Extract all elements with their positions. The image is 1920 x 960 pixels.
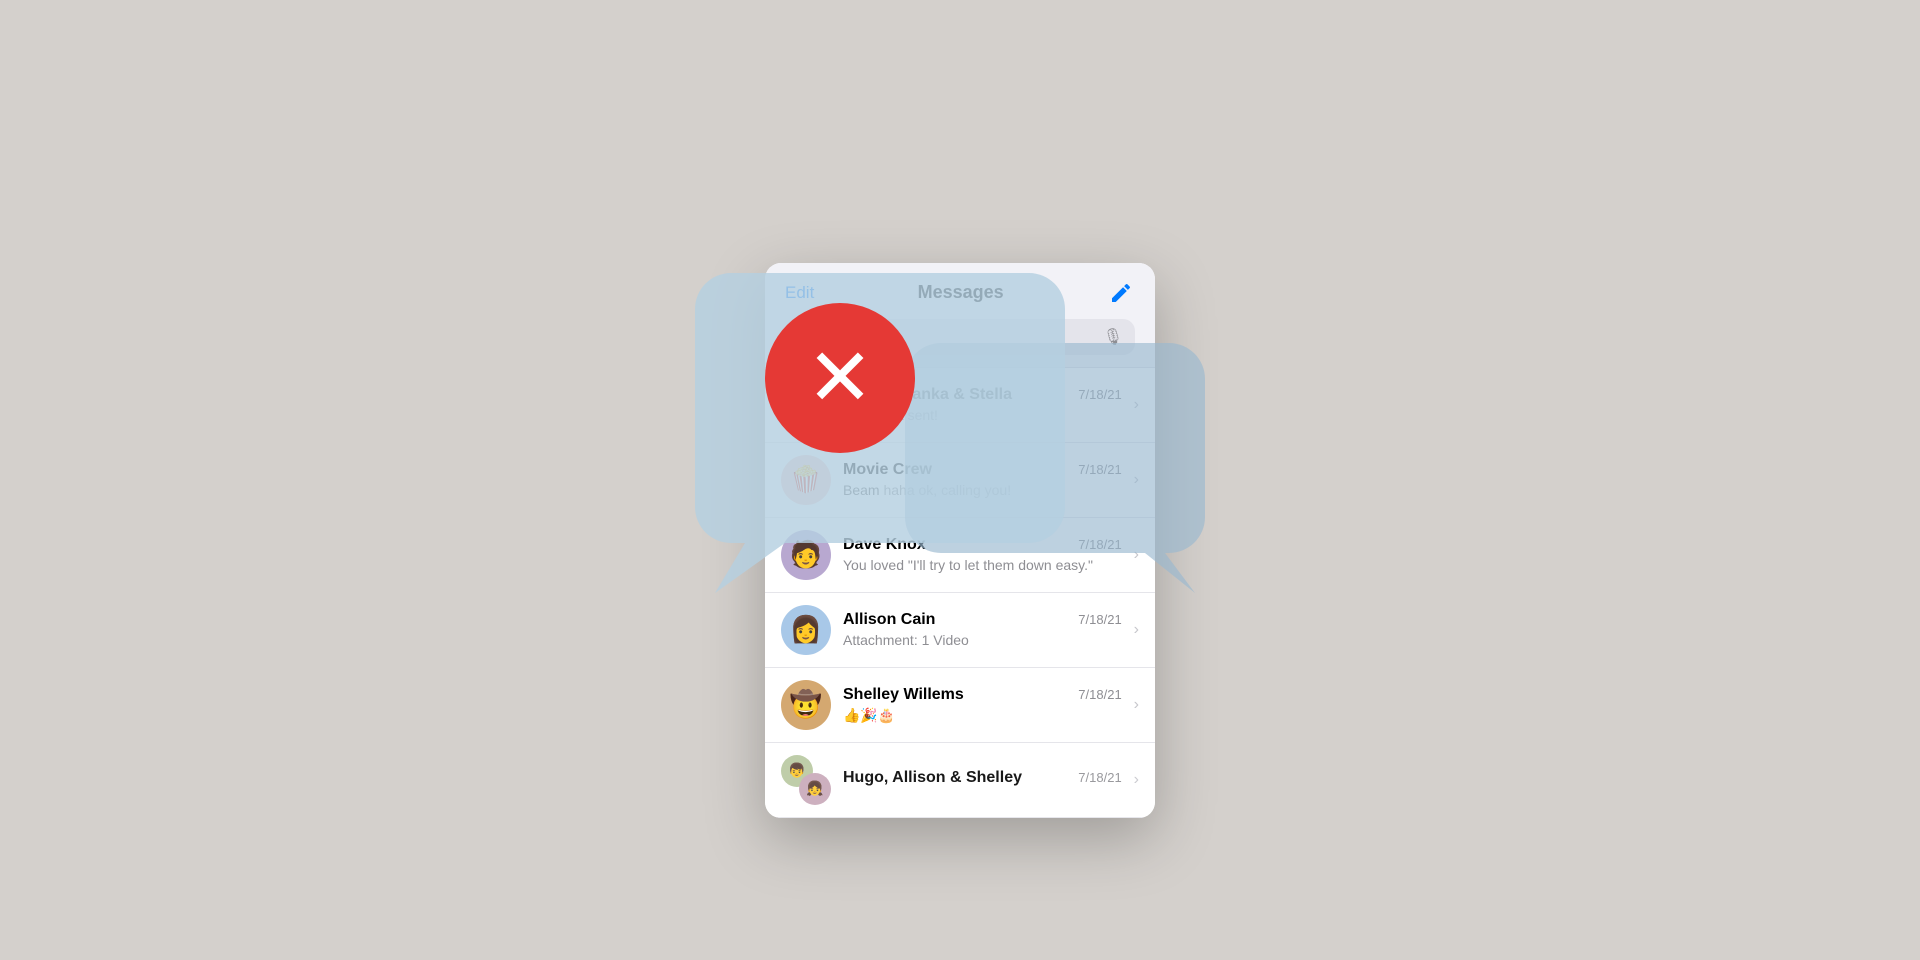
message-preview: Attachment: 1 Video xyxy=(843,632,1122,648)
preview-sender: Beam xyxy=(843,482,880,498)
message-date: 7/18/21 xyxy=(1078,462,1121,477)
preview-text: just sent! xyxy=(878,407,938,423)
preview-text: Attachment: 1 Video xyxy=(843,632,969,648)
chevron-right-icon: › xyxy=(1134,771,1139,789)
list-item[interactable]: 🤠 Shelley Willems 7/18/21 👍🎉🎂 › xyxy=(765,668,1155,743)
sender-name: Allison Cain xyxy=(843,611,935,629)
mic-icon[interactable]: 🎙 xyxy=(1103,327,1123,347)
preview-text: haha ok, calling you! xyxy=(880,482,1012,498)
search-input[interactable] xyxy=(820,328,1096,346)
sender-name: Movie Crew xyxy=(843,461,932,479)
sender-name: Eric, Priyanka & Stella xyxy=(843,386,1012,404)
chevron-right-icon: › xyxy=(1134,471,1139,489)
avatar: 👩 xyxy=(781,605,831,655)
avatar: 🤠 xyxy=(781,680,831,730)
message-date: 7/18/21 xyxy=(1078,687,1121,702)
message-content: Dave Knox 7/18/21 You loved "I'll try to… xyxy=(843,536,1122,573)
search-icon: 🔍 xyxy=(797,328,814,345)
sender-name: Shelley Willems xyxy=(843,686,964,704)
message-content: Eric, Priyanka & Stella 7/18/21 Stella j… xyxy=(843,386,1122,423)
edit-button[interactable]: Edit xyxy=(785,283,814,303)
message-date: 7/18/21 xyxy=(1078,387,1121,402)
preview-text: You loved "I'll try to let them down eas… xyxy=(843,557,1093,573)
message-content: Hugo, Allison & Shelley 7/18/21 xyxy=(843,769,1122,790)
sender-name: Dave Knox xyxy=(843,536,926,554)
avatar: 👦 👧 xyxy=(781,755,831,805)
message-content: Shelley Willems 7/18/21 👍🎉🎂 xyxy=(843,686,1122,724)
message-content: Allison Cain 7/18/21 Attachment: 1 Video xyxy=(843,611,1122,648)
chevron-right-icon: › xyxy=(1134,621,1139,639)
chevron-right-icon: › xyxy=(1134,546,1139,564)
message-preview: You loved "I'll try to let them down eas… xyxy=(843,557,1122,573)
avatar: 🧑 xyxy=(781,530,831,580)
list-item[interactable]: 🍿 Movie Crew 7/18/21 Beam haha ok, calli… xyxy=(765,443,1155,518)
search-bar: 🔍 🎙 xyxy=(785,319,1135,355)
message-date: 7/18/21 xyxy=(1078,770,1121,785)
list-item[interactable]: 👩 Allison Cain 7/18/21 Attachment: 1 Vid… xyxy=(765,593,1155,668)
compose-button[interactable] xyxy=(1107,279,1135,307)
avatar: 👩 👨 xyxy=(781,380,831,430)
preview-text: 👍🎉🎂 xyxy=(843,707,895,723)
message-list: 👩 👨 Eric, Priyanka & Stella 7/18/21 Stel… xyxy=(765,368,1155,818)
message-date: 7/18/21 xyxy=(1078,537,1121,552)
list-item[interactable]: 👦 👧 Hugo, Allison & Shelley 7/18/21 › xyxy=(765,743,1155,818)
list-item[interactable]: 🧑 Dave Knox 7/18/21 You loved "I'll try … xyxy=(765,518,1155,593)
message-date: 7/18/21 xyxy=(1078,612,1121,627)
preview-sender: Stella xyxy=(843,407,878,423)
message-preview: Stella just sent! xyxy=(843,407,1122,423)
message-preview: 👍🎉🎂 xyxy=(843,707,1122,724)
avatar: 🍿 xyxy=(781,455,831,505)
message-preview: Beam haha ok, calling you! xyxy=(843,482,1122,498)
chevron-right-icon: › xyxy=(1134,696,1139,714)
list-item[interactable]: 👩 👨 Eric, Priyanka & Stella 7/18/21 Stel… xyxy=(765,368,1155,443)
chevron-right-icon: › xyxy=(1134,396,1139,414)
message-content: Movie Crew 7/18/21 Beam haha ok, calling… xyxy=(843,461,1122,498)
page-title: Messages xyxy=(918,282,1004,303)
sender-name: Hugo, Allison & Shelley xyxy=(843,769,1022,787)
messages-header: Edit Messages 🔍 🎙 xyxy=(765,263,1155,368)
messages-panel: Edit Messages 🔍 🎙 👩 👨 xyxy=(765,263,1155,818)
